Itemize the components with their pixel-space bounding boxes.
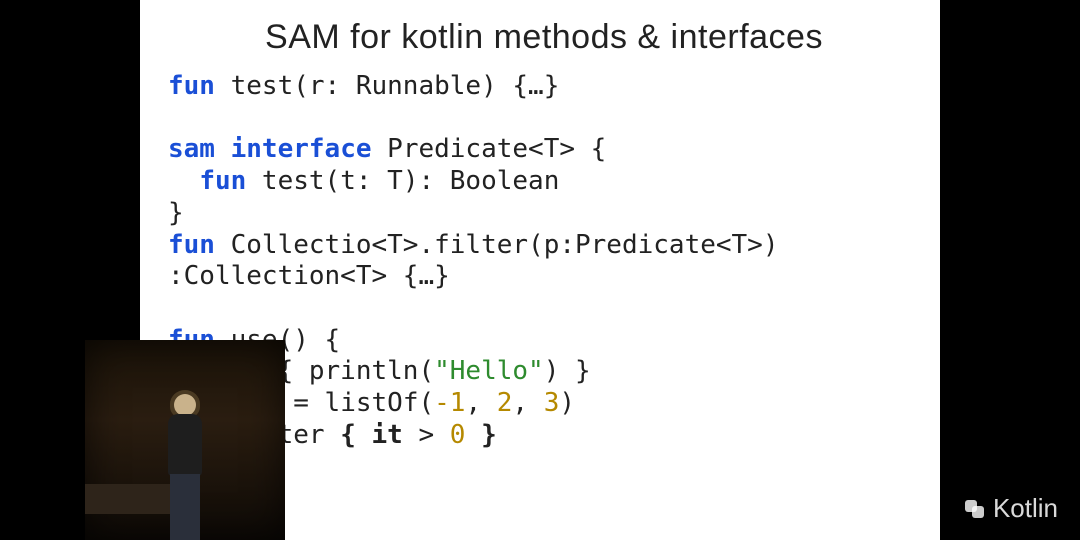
lambda-close: } (465, 420, 496, 450)
watermark: Kotlin (965, 493, 1058, 524)
code-text: > (403, 420, 450, 450)
number-literal: 3 (544, 388, 560, 418)
string-literal: "Hello" (434, 356, 544, 386)
brace-close: } (168, 198, 184, 228)
watermark-text: Kotlin (993, 493, 1058, 524)
comma: , (512, 388, 543, 418)
keyword-fun: fun (199, 166, 246, 196)
speaker-camera-inset (85, 340, 285, 540)
slide-title: SAM for kotlin methods & interfaces (168, 18, 920, 57)
code-text: Collectio<T>.filter(p:Predicate<T>) (215, 230, 779, 260)
keyword-fun: fun (168, 230, 215, 260)
keyword-interface: interface (231, 134, 372, 164)
watermark-icon (965, 500, 987, 518)
comma: , (465, 388, 496, 418)
number-literal: 2 (497, 388, 513, 418)
code-text: Predicate<T> { (372, 134, 607, 164)
keyword-sam: sam (168, 134, 215, 164)
speaker-figure (162, 390, 208, 540)
code-text: test(t: T): Boolean (246, 166, 559, 196)
video-frame: SAM for kotlin methods & interfaces fun … (0, 0, 1080, 540)
paren-close: ) (559, 388, 575, 418)
code-text: :Collection<T> {…} (168, 261, 450, 291)
number-literal: 0 (450, 420, 466, 450)
space (215, 134, 231, 164)
keyword-fun: fun (168, 71, 215, 101)
number-literal: -1 (434, 388, 465, 418)
code-text: test(r: Runnable) {…} (215, 71, 559, 101)
lambda-open: { (340, 420, 371, 450)
code-text: ) } (544, 356, 591, 386)
keyword-it: it (372, 420, 403, 450)
indent (168, 166, 199, 196)
